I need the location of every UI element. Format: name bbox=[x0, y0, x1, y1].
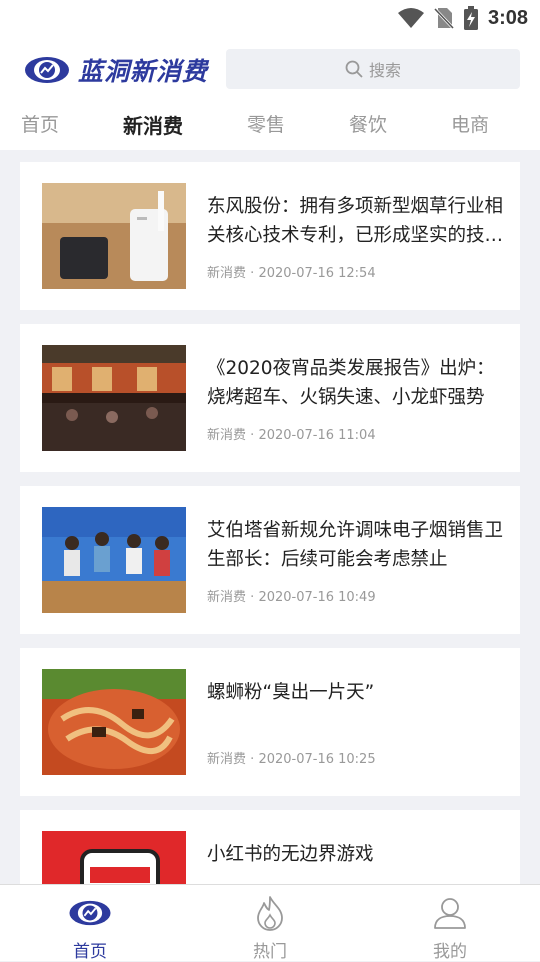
article-thumbnail bbox=[42, 669, 186, 775]
nav-home-label: 首页 bbox=[73, 942, 107, 962]
article-meta: 新消费 · 2020-07-16 10:49 bbox=[207, 586, 376, 605]
article-thumbnail bbox=[42, 183, 186, 289]
tab-retail[interactable]: 零售 bbox=[247, 110, 285, 137]
tab-ecommerce[interactable]: 电商 bbox=[451, 110, 489, 137]
meta-separator: · bbox=[250, 266, 255, 281]
nav-home[interactable]: 首页 bbox=[30, 895, 150, 962]
tab-home[interactable]: 首页 bbox=[21, 110, 59, 137]
article-card[interactable]: 东风股份：拥有多项新型烟草行业相关核心技术专利，已形成坚实的技术壁垒 新消费 ·… bbox=[20, 162, 520, 310]
article-title: 《2020夜宵品类发展报告》出炉：烧烤超车、火锅失速、小龙虾强势 bbox=[207, 358, 495, 408]
status-time: 3:08 bbox=[487, 6, 528, 29]
wifi-icon bbox=[397, 8, 424, 28]
battery-charging-icon bbox=[463, 6, 478, 30]
article-meta: 新消费 · 2020-07-16 12:54 bbox=[207, 262, 376, 281]
status-bar: 3:08 bbox=[0, 0, 540, 36]
article-thumbnail bbox=[42, 345, 186, 451]
nav-profile[interactable]: 我的 bbox=[390, 895, 510, 962]
eye-logo-icon bbox=[25, 57, 69, 83]
article-meta: 新消费 · 2020-07-16 11:04 bbox=[207, 424, 376, 443]
article-thumbnail bbox=[42, 507, 186, 613]
article-title: 东风股份：拥有多项新型烟草行业相关核心技术专利，已形成坚实的技术壁垒 bbox=[207, 196, 504, 246]
eye-logo-icon bbox=[69, 900, 111, 926]
article-card[interactable]: 艾伯塔省新规允许调味电子烟销售卫生部长：后续可能会考虑禁止 新消费 · 2020… bbox=[20, 486, 520, 634]
article-title: 螺蛳粉“臭出一片天” bbox=[207, 682, 375, 703]
article-category: 新消费 bbox=[207, 590, 247, 605]
nav-profile-label: 我的 bbox=[433, 942, 467, 962]
search-icon bbox=[345, 60, 363, 78]
article-card[interactable]: 《2020夜宵品类发展报告》出炉：烧烤超车、火锅失速、小龙虾强势 新消费 · 2… bbox=[20, 324, 520, 472]
article-card[interactable]: 螺蛳粉“臭出一片天” 新消费 · 2020-07-16 10:25 bbox=[20, 648, 520, 796]
app-logo: 蓝洞新消费 bbox=[24, 52, 208, 88]
article-meta: 新消费 · 2020-07-16 10:25 bbox=[207, 748, 376, 767]
article-category: 新消费 bbox=[207, 752, 247, 767]
nav-hot[interactable]: 热门 bbox=[210, 895, 330, 962]
article-datetime: 2020-07-16 12:54 bbox=[258, 266, 376, 281]
article-title: 艾伯塔省新规允许调味电子烟销售卫生部长：后续可能会考虑禁止 bbox=[207, 520, 504, 570]
meta-separator: · bbox=[250, 752, 255, 767]
app-header: 蓝洞新消费 搜索 bbox=[0, 36, 540, 98]
tab-new-consumption[interactable]: 新消费 bbox=[123, 110, 183, 139]
article-category: 新消费 bbox=[207, 266, 247, 281]
no-sim-icon bbox=[433, 7, 454, 29]
search-placeholder: 搜索 bbox=[368, 61, 401, 80]
article-category: 新消费 bbox=[207, 428, 247, 443]
search-box[interactable]: 搜索 bbox=[226, 49, 520, 89]
article-datetime: 2020-07-16 10:49 bbox=[258, 590, 376, 605]
tab-catering[interactable]: 餐饮 bbox=[349, 110, 387, 137]
user-icon bbox=[434, 898, 466, 929]
logo-text: 蓝洞新消费 bbox=[78, 57, 209, 86]
category-tabs: 首页 新消费 零售 餐饮 电商 bbox=[0, 98, 540, 150]
bottom-navigation: 首页 热门 我的 bbox=[0, 884, 540, 962]
article-title: 小红书的无边界游戏 bbox=[207, 844, 374, 865]
article-datetime: 2020-07-16 11:04 bbox=[258, 428, 376, 443]
article-datetime: 2020-07-16 10:25 bbox=[258, 752, 376, 767]
nav-hot-label: 热门 bbox=[253, 942, 287, 962]
meta-separator: · bbox=[250, 590, 255, 605]
status-icons: 3:08 bbox=[397, 4, 528, 32]
meta-separator: · bbox=[250, 428, 255, 443]
flame-icon bbox=[257, 896, 283, 931]
